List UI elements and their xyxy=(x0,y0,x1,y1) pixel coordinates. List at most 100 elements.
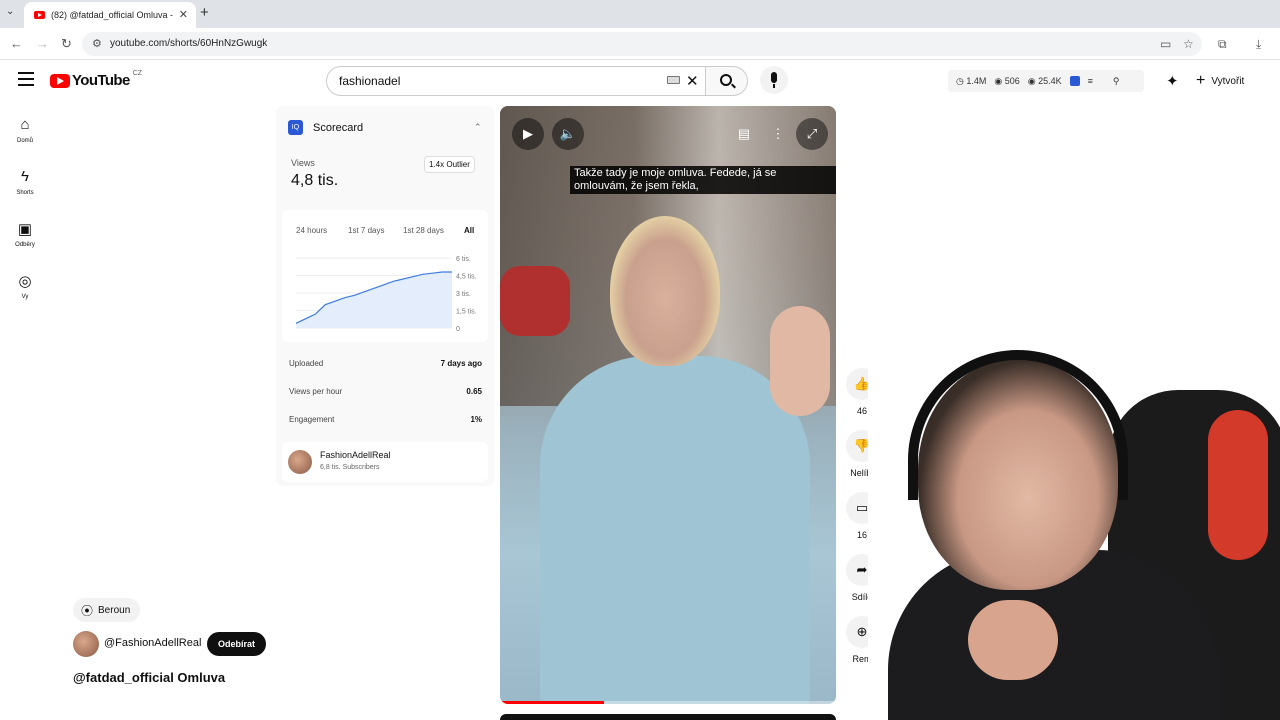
clear-search-icon[interactable]: ✕ xyxy=(686,72,699,90)
new-tab-icon[interactable]: + xyxy=(200,4,209,21)
search-icon xyxy=(720,74,732,86)
tab-close-icon[interactable]: ✕ xyxy=(179,8,188,21)
keyboard-icon[interactable] xyxy=(667,76,680,84)
address-url: youtube.com/shorts/60HnNzGwugk xyxy=(110,38,268,49)
extensions-icon[interactable]: ⧉ xyxy=(1218,37,1227,52)
sidebar-item-label: Domů xyxy=(16,138,33,144)
views-value: 4,8 tis. xyxy=(291,172,339,189)
create-label: Vytvořit xyxy=(1211,75,1245,87)
download-icon[interactable]: ⤓ xyxy=(1256,37,1261,52)
forward-icon[interactable]: → xyxy=(36,36,49,51)
range-tab-28d[interactable]: 1st 28 days xyxy=(403,226,444,235)
shorts-video-player[interactable]: ▶ 🔈 ▤ ⋮ ⤢ Takže tady je moje omluva. Fed… xyxy=(500,106,836,704)
vph-value: 0.65 xyxy=(466,387,482,396)
comments-stat: ◉ 25.4K xyxy=(1027,75,1062,86)
engagement-row: Engagement 1% xyxy=(289,415,482,424)
outlier-badge: 1.4x Outlier xyxy=(424,156,475,173)
video-progress-fill xyxy=(500,701,605,704)
sidebar-item-label: Shorts xyxy=(16,190,34,196)
range-tab-all[interactable]: All xyxy=(464,226,474,235)
channel-handle[interactable]: @FashionAdellReal xyxy=(104,637,201,649)
scorecard-panel: IQ Scorecard ⌃ Views 4,8 tis. 1.4x Outli… xyxy=(276,106,494,486)
sparkle-ai-icon[interactable]: ✦ xyxy=(1166,72,1179,90)
voice-search-mic-icon[interactable] xyxy=(760,66,788,94)
more-options-icon[interactable]: ⋮ xyxy=(762,118,794,150)
plus-icon: + xyxy=(1196,72,1206,89)
uploaded-label: Uploaded xyxy=(289,359,324,368)
views-per-hour-row: Views per hour 0.65 xyxy=(289,387,482,396)
scorecard-title: Scorecard xyxy=(313,121,364,134)
video-title: @fatdad_official Omluva xyxy=(73,670,226,685)
fullscreen-icon[interactable]: ⤢ xyxy=(796,118,828,150)
range-tab-24h[interactable]: 24 hours xyxy=(296,226,327,235)
scorecard-header: IQ Scorecard xyxy=(288,120,363,135)
views-chart: 6 tis. 4,5 tis. 3 tis. 1,5 tis. 0 xyxy=(295,256,477,333)
volume-icon[interactable]: 🔈 xyxy=(552,118,584,150)
webcam-overlay xyxy=(868,350,1280,720)
install-app-icon[interactable]: ▭ xyxy=(1160,37,1171,51)
location-chip[interactable]: ⦿ Beroun xyxy=(73,598,141,622)
sidebar-item-shorts[interactable]: ϟ Shorts xyxy=(0,168,50,196)
channel-name: FashionAdellReal xyxy=(320,450,391,460)
video-frame-face xyxy=(610,216,720,366)
iq-logo-icon: IQ xyxy=(288,120,303,135)
play-icon[interactable]: ▶ xyxy=(512,118,544,150)
iq-extension-icon[interactable] xyxy=(1069,76,1080,86)
shorts-icon: ϟ xyxy=(21,168,29,185)
extension-tool-icon[interactable]: ⚲ xyxy=(1113,76,1120,87)
hamburger-menu-icon[interactable] xyxy=(18,72,34,86)
range-tab-7d[interactable]: 1st 7 days xyxy=(348,226,384,235)
captions-icon[interactable]: ▤ xyxy=(728,118,760,150)
subscribe-button[interactable]: Odebírat xyxy=(207,632,267,656)
sidebar-item-subscriptions[interactable]: ▣ Odběry xyxy=(0,220,50,248)
sidebar-item-you[interactable]: ◎ Vy xyxy=(0,272,50,300)
views-chart-card: 24 hours 1st 7 days 1st 28 days All 6 ti… xyxy=(282,210,488,342)
region-code: CZ xyxy=(132,70,143,77)
webcam-chair-accent xyxy=(1208,410,1268,560)
tab-search-chevron-icon[interactable]: ⌄ xyxy=(6,6,14,17)
video-progress-bar[interactable] xyxy=(500,701,836,704)
address-bar[interactable]: ⚙ youtube.com/shorts/60HnNzGwugk xyxy=(82,32,1202,56)
channel-avatar xyxy=(288,450,312,474)
video-caption: Takže tady je moje omluva. Fedede, já se… xyxy=(570,166,836,194)
webcam-person-hand xyxy=(968,600,1058,680)
channel-card[interactable]: FashionAdellReal 6,8 tis. Subscribers xyxy=(282,442,488,482)
site-info-icon[interactable]: ⚙ xyxy=(92,32,102,56)
comments-count: 16 xyxy=(856,530,867,540)
video-frame-object xyxy=(500,266,570,336)
y-tick-label: 6 tis. xyxy=(456,256,471,263)
series-area xyxy=(296,272,452,328)
video-frame-subject xyxy=(540,356,810,704)
channel-avatar[interactable] xyxy=(73,631,99,657)
youtube-play-icon xyxy=(50,73,70,88)
uploaded-value: 7 days ago xyxy=(440,359,482,368)
you-icon: ◎ xyxy=(18,273,32,290)
collapse-chevron-icon[interactable]: ⌃ xyxy=(474,122,482,133)
next-short-preview[interactable] xyxy=(500,714,836,720)
extension-stats-bar: ◷ 1.4M ◉ 506 ◉ 25.4K ≡ ⚲ xyxy=(948,70,1144,92)
like-count: 46 xyxy=(856,406,867,416)
sidebar-item-label: Vy xyxy=(21,294,29,300)
video-frame-hand xyxy=(770,306,830,416)
engagement-value: 1% xyxy=(470,415,482,424)
likes-stat: ◉ 506 xyxy=(994,75,1020,86)
browser-toolbar: ← → ↻ ⚙ youtube.com/shorts/60HnNzGwugk ▭… xyxy=(0,28,1280,60)
youtube-logo[interactable]: YouTube CZ xyxy=(50,70,143,89)
bookmark-star-icon[interactable]: ☆ xyxy=(1183,37,1194,51)
extension-list-icon[interactable]: ≡ xyxy=(1088,76,1093,86)
browser-tab[interactable]: (82) @fatdad_official Omluva - ✕ xyxy=(24,2,196,28)
reload-icon[interactable]: ↻ xyxy=(61,36,72,52)
search-input[interactable]: fashionadel xyxy=(326,66,706,96)
subscriptions-icon: ▣ xyxy=(17,221,33,238)
webcam-headset xyxy=(908,350,1128,500)
create-button[interactable]: + Vytvořit xyxy=(1190,70,1250,92)
sidebar-item-home[interactable]: ⌂ Domů xyxy=(0,116,50,144)
back-icon[interactable]: ← xyxy=(10,36,23,51)
tab-title: (82) @fatdad_official Omluva - xyxy=(51,10,174,20)
y-tick-label: 1,5 tis. xyxy=(456,309,477,316)
vph-label: Views per hour xyxy=(289,387,343,396)
browser-tab-strip: ⌄ (82) @fatdad_official Omluva - ✕ + xyxy=(0,0,1280,28)
search-button[interactable] xyxy=(706,66,748,96)
channel-subscribers: 6,8 tis. Subscribers xyxy=(320,464,380,471)
uploaded-row: Uploaded 7 days ago xyxy=(289,359,482,368)
